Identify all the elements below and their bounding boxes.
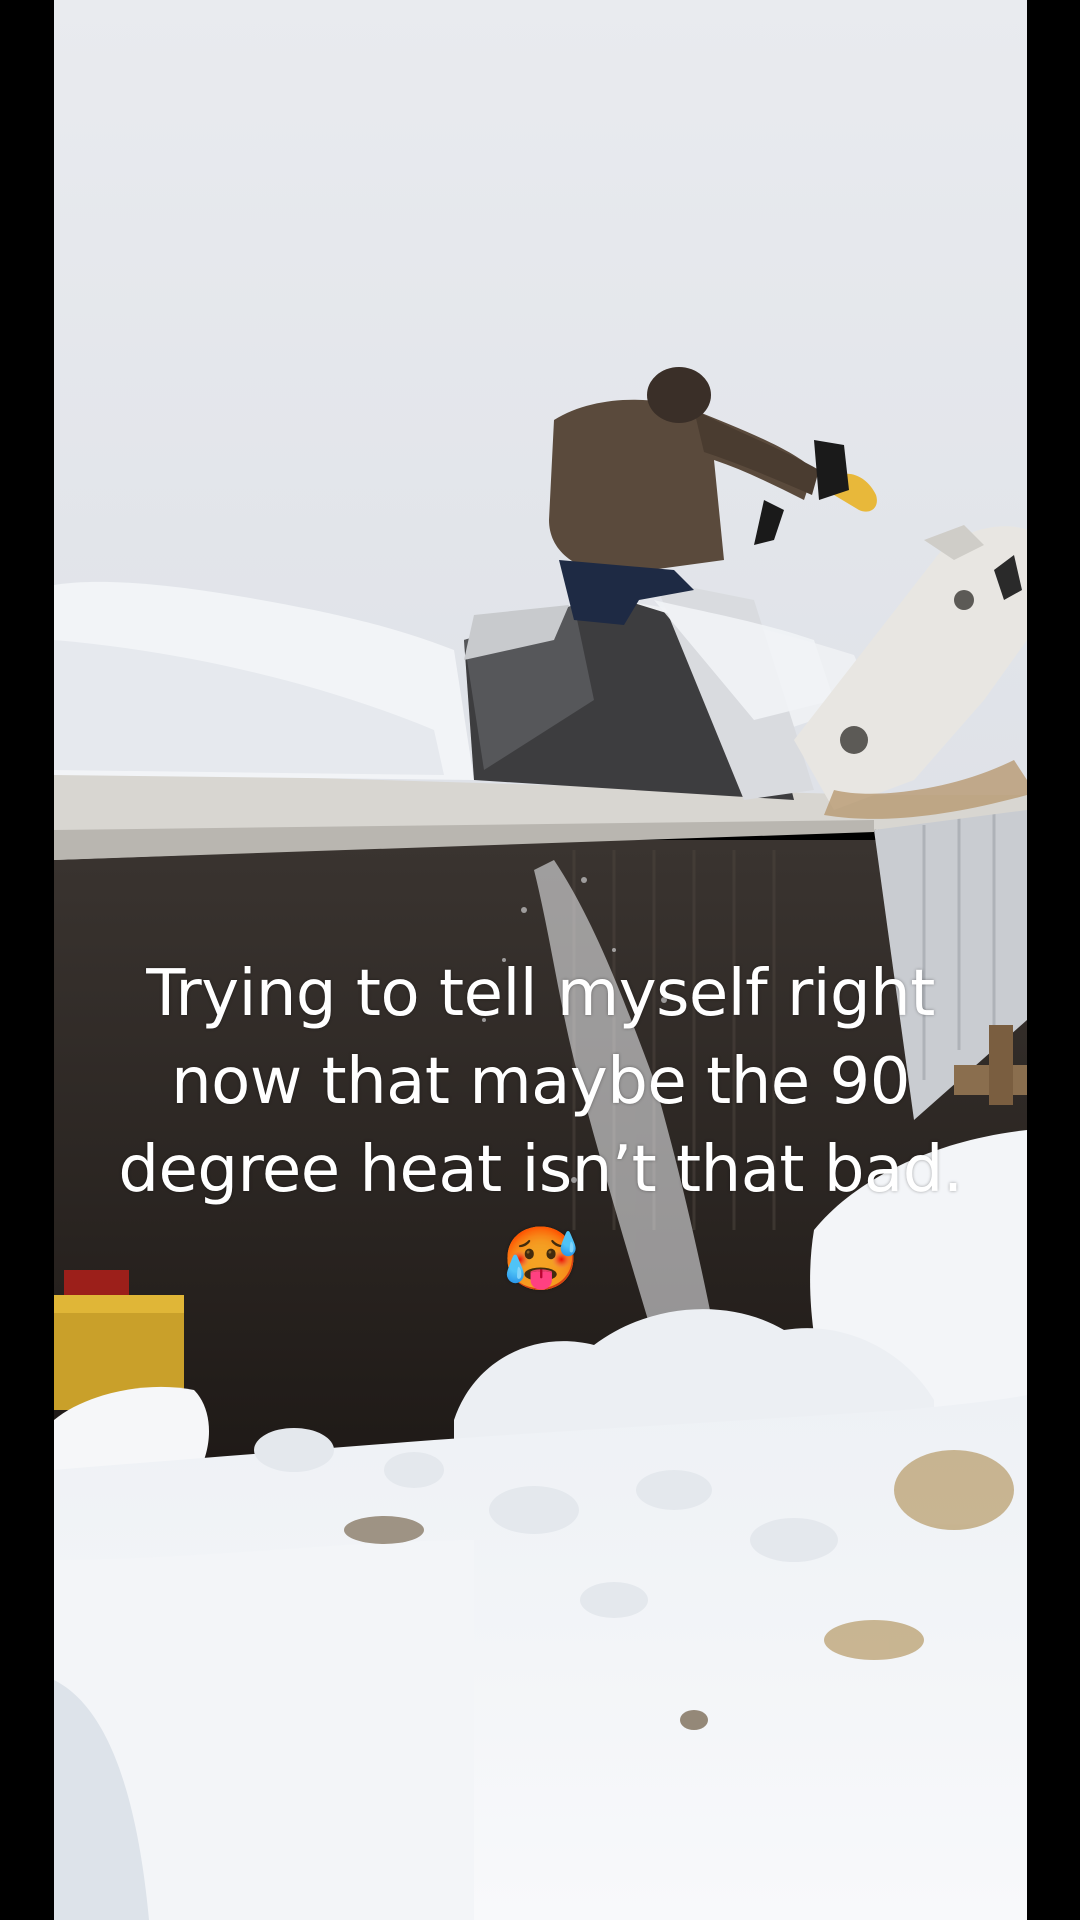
video-frame: Trying to tell myself right now that may… (0, 0, 1080, 1920)
caption-overlay: Trying to tell myself right now that may… (54, 950, 1027, 1304)
hot-face-emoji-icon: 🥵 (502, 1222, 579, 1295)
letterbox-right (1027, 0, 1080, 1920)
letterbox-left (0, 0, 54, 1920)
head (647, 367, 711, 423)
caption-line-2: now that maybe the 90 (171, 1045, 910, 1119)
caption-line-3: degree heat isn’t that bad. (118, 1133, 963, 1207)
caption-line-1: Trying to tell myself right (146, 957, 935, 1031)
